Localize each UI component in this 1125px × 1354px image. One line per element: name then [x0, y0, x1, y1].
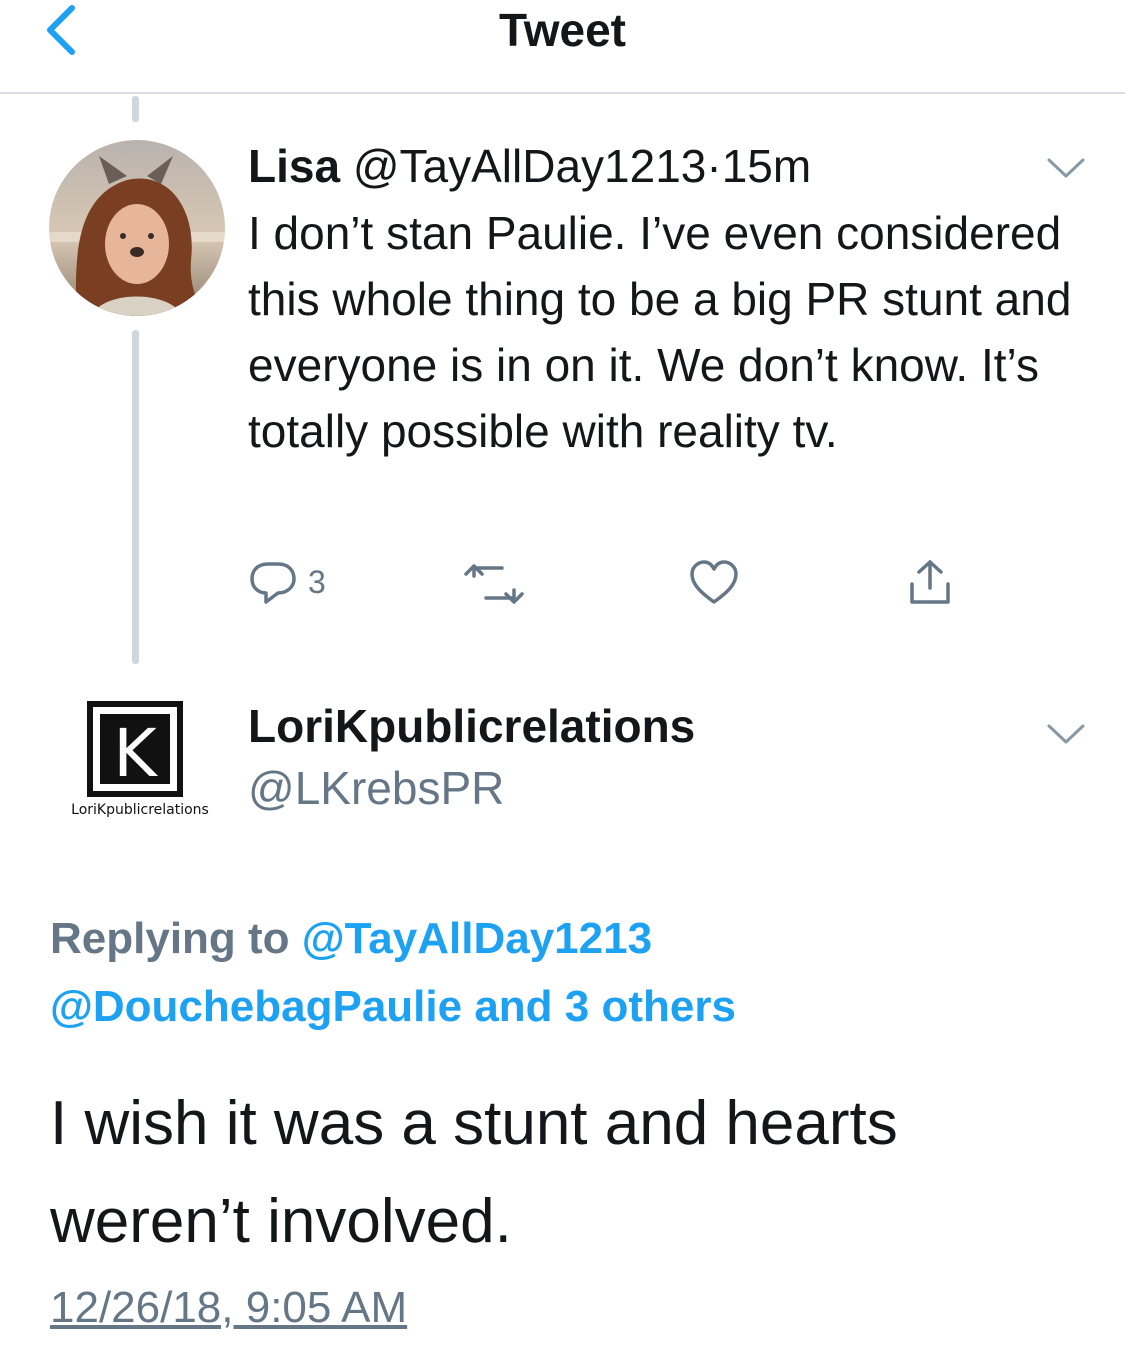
tweet-text: I don’t stan Paulie. I’ve even considere…	[248, 207, 1072, 457]
logo-letter: K	[113, 715, 158, 792]
chevron-down-icon[interactable]	[1046, 156, 1086, 180]
separator-dot: ·	[706, 140, 722, 192]
replying-label: Replying to	[50, 914, 302, 963]
reply-mention-link[interactable]: @TayAllDay1213	[302, 914, 652, 963]
tweet-text: I wish it was a stunt and hearts weren’t…	[50, 1089, 898, 1256]
tweet-header: Lisa @TayAllDay1213·15m	[248, 138, 811, 194]
retweet-icon[interactable]	[464, 558, 524, 608]
author-handle[interactable]: @TayAllDay1213	[353, 140, 707, 192]
reply-icon[interactable]	[248, 558, 300, 608]
thread-line-top	[132, 96, 139, 122]
author-handle[interactable]: @LKrebsPR	[248, 760, 504, 816]
avatar[interactable]	[49, 140, 225, 316]
author-name[interactable]: LoriKpublicrelations	[248, 698, 695, 754]
tweet-timestamp[interactable]: 12/26/18, 9:05 AM	[50, 1280, 407, 1336]
author-name[interactable]: Lisa	[248, 140, 340, 192]
share-icon[interactable]	[904, 558, 956, 608]
thread-line	[132, 330, 139, 664]
reply-count: 3	[308, 564, 326, 600]
logo-avatar[interactable]: K LoriKpublicrelations	[52, 700, 228, 830]
replying-to: Replying to @TayAllDay1213 @DouchebagPau…	[50, 905, 1090, 1041]
page-title: Tweet	[499, 4, 626, 56]
logo-caption: LoriKpublicrelations	[71, 802, 209, 818]
reply-others-link[interactable]: @DouchebagPaulie and 3 others	[50, 982, 736, 1031]
back-icon[interactable]	[40, 4, 86, 56]
chevron-down-icon[interactable]	[1046, 722, 1086, 746]
tweet-actions: 3	[248, 558, 968, 608]
tweet-time: 15m	[721, 140, 812, 192]
like-heart-icon[interactable]	[688, 558, 740, 608]
